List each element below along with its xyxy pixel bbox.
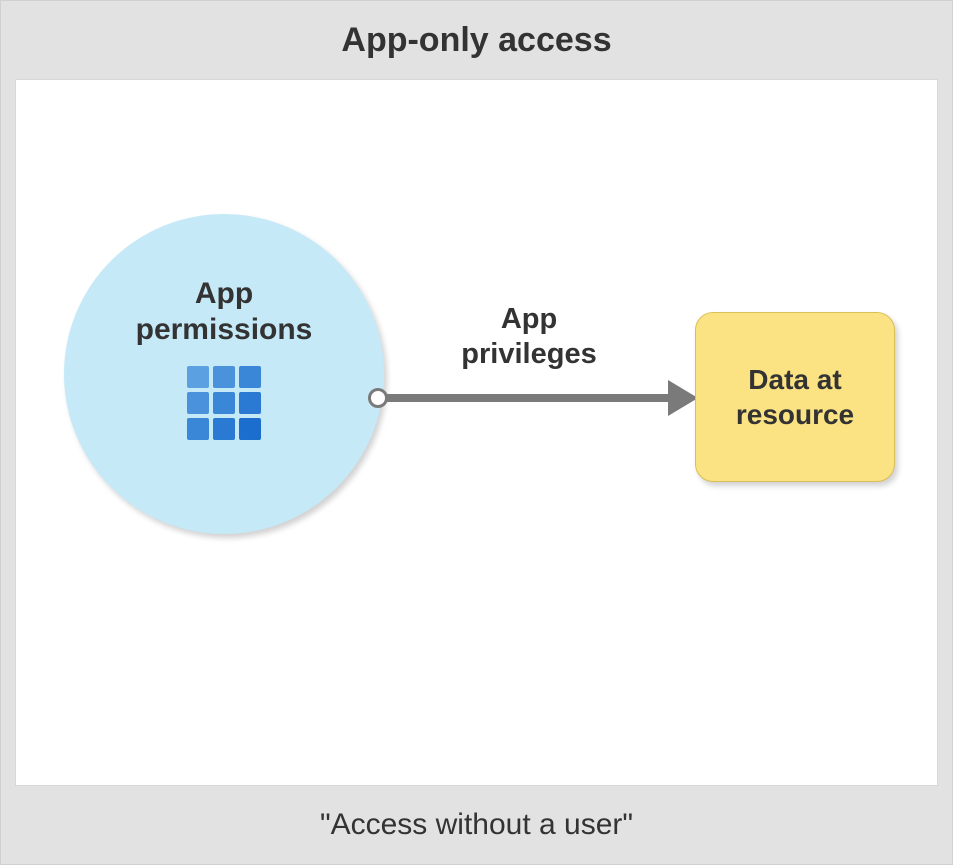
diagram-frame: App-only access App permissions App priv… xyxy=(0,0,953,865)
app-permissions-label: App permissions xyxy=(136,276,313,348)
arrow-origin-circle-icon xyxy=(368,388,388,408)
arrow-head-icon xyxy=(668,380,698,416)
data-at-resource-label: Data at resource xyxy=(736,362,854,432)
footer-bar: "Access without a user" xyxy=(1,786,952,864)
data-at-resource-node: Data at resource xyxy=(695,312,895,482)
edge-label: App privileges xyxy=(404,302,654,372)
app-permissions-node: App permissions xyxy=(64,214,384,534)
title-bar: App-only access xyxy=(1,1,952,79)
diagram-subtitle: "Access without a user" xyxy=(320,808,633,842)
diagram-title: App-only access xyxy=(341,21,611,60)
diagram-canvas: App permissions App privileges Data at r… xyxy=(15,79,938,786)
arrow-line xyxy=(386,394,676,402)
edge-arrow xyxy=(368,386,706,410)
app-grid-icon xyxy=(187,366,261,440)
